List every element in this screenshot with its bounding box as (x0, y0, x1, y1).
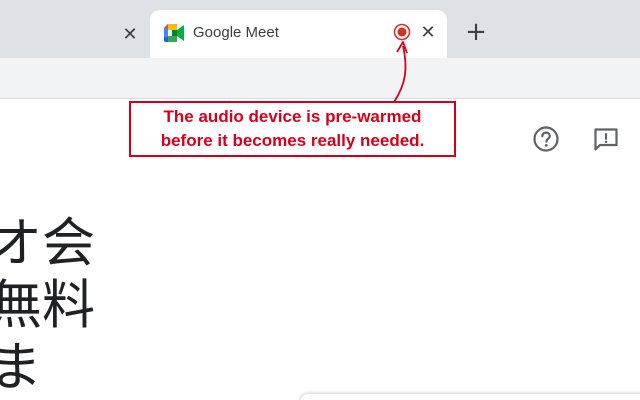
new-tab-button[interactable]: + (462, 18, 490, 46)
annotation-arrow-icon (393, 41, 408, 103)
annotation-line-2: before it becomes really needed. (160, 131, 425, 150)
tab-close-button[interactable]: ✕ (118, 22, 142, 46)
preview-card (300, 394, 640, 400)
browser-toolbar (0, 58, 640, 98)
tab-background[interactable]: ✕ (0, 10, 146, 58)
hero-line-3: けま (0, 337, 42, 398)
tab-strip: ✕ Google Meet ✕ + (0, 0, 640, 58)
annotation-line-1: The audio device is pre-warmed (163, 107, 422, 126)
hero-heading: デオ会 も無料 けま (0, 213, 95, 399)
help-icon[interactable] (532, 125, 560, 153)
feedback-icon[interactable] (592, 125, 620, 153)
hero-line-1: デオ会 (0, 213, 95, 274)
tab-title: Google Meet (193, 24, 279, 41)
annotation-callout: The audio device is pre-warmed before it… (129, 101, 456, 157)
google-meet-icon (164, 24, 184, 42)
hero-line-2: も無料 (0, 275, 95, 336)
toolbar-divider (0, 98, 640, 99)
browser-window: ✕ Google Meet ✕ + The audio device is pr… (0, 0, 640, 400)
